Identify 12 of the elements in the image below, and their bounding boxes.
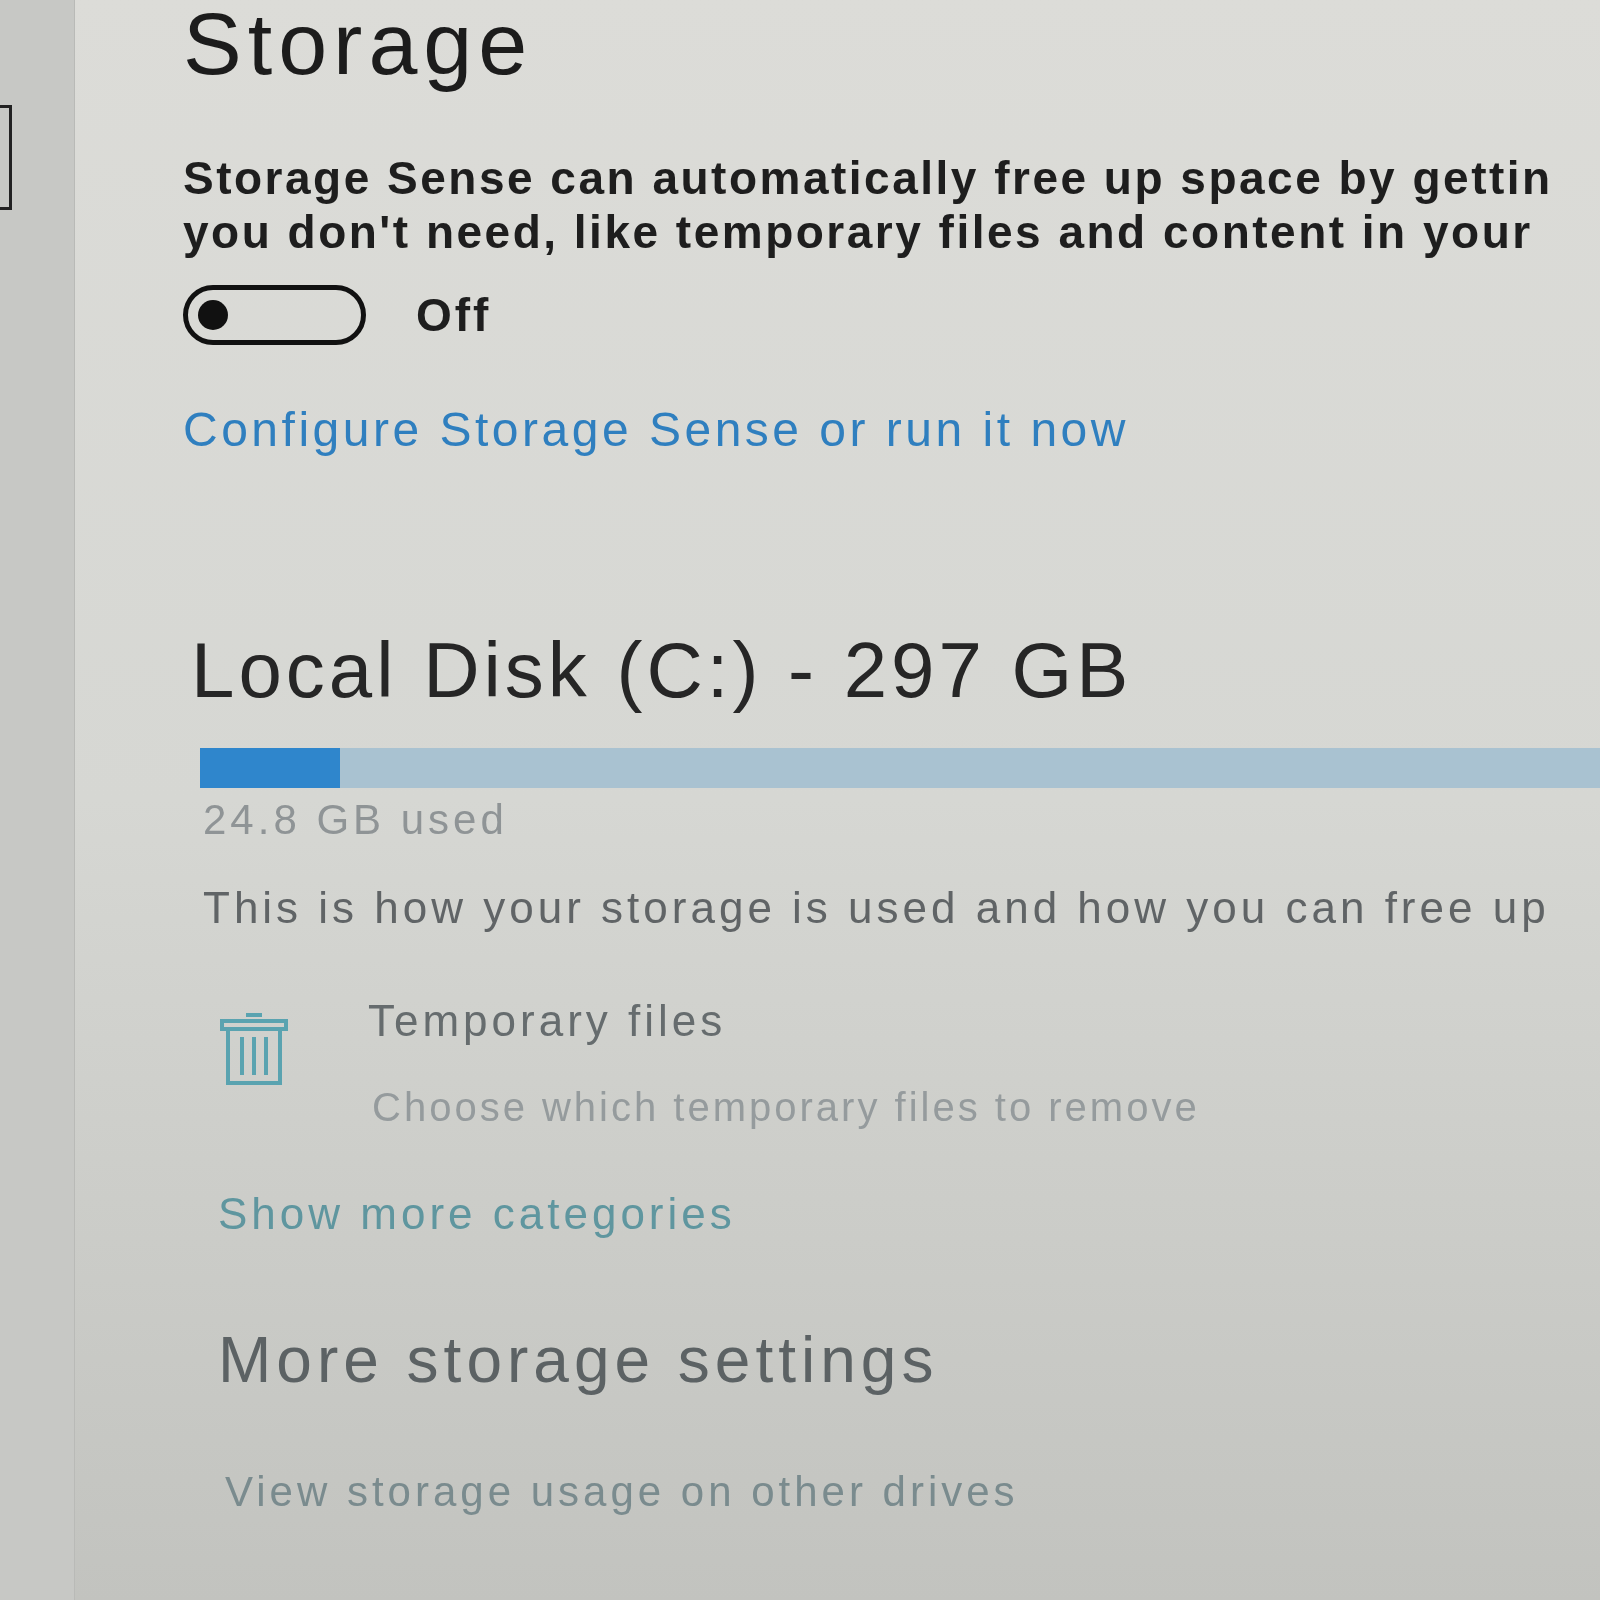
storage-sense-toggle[interactable] xyxy=(183,285,366,345)
configure-storage-sense-link[interactable]: Configure Storage Sense or run it now xyxy=(183,405,1129,455)
category-name[interactable]: Temporary files xyxy=(368,998,727,1044)
trash-icon xyxy=(218,1013,290,1085)
used-space-text: 24.8 GB used xyxy=(203,798,508,842)
show-more-categories-link[interactable]: Show more categories xyxy=(218,1191,736,1237)
other-drives-link[interactable]: View storage usage on other drives xyxy=(225,1470,1019,1514)
storage-sense-description: Storage Sense can automatically free up space by gettin you don't need, like temporary files and content in your xyxy=(183,151,1553,259)
storage-description: This is how your storage is used and how you can free up xyxy=(203,886,1550,930)
category-detail: Choose which temporary files to remove xyxy=(372,1086,1200,1128)
toggle-state-label: Off xyxy=(416,290,492,340)
more-settings-heading: More storage settings xyxy=(218,1327,939,1393)
